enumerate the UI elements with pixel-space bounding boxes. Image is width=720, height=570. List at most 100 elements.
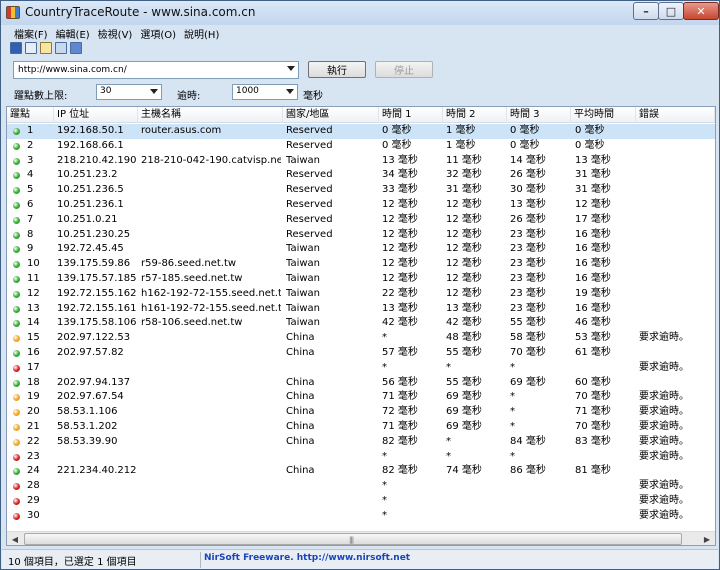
cell-t2: 12 毫秒 <box>446 228 482 240</box>
table-row[interactable]: 3 218.210.42.190 218-210-042-190.catvisp.n… <box>7 154 715 169</box>
menu-view[interactable]: 檢視(V) <box>94 26 137 41</box>
app-window: CountryTraceRoute - www.sina.com.cn – □ … <box>0 0 720 570</box>
table-row[interactable]: 28 * 要求逾時。 <box>7 479 715 494</box>
save-icon[interactable] <box>10 42 22 54</box>
table-row[interactable]: 11 139.175.57.185 r57-185.seed.net.tw Taiwa… <box>7 272 715 287</box>
html-report-icon[interactable] <box>55 42 67 54</box>
table-row[interactable]: 30 * 要求逾時。 <box>7 509 715 524</box>
minimize-button[interactable]: – <box>633 2 659 20</box>
column-header-host[interactable]: 主機名稱 <box>138 107 283 123</box>
title-bar[interactable]: CountryTraceRoute - www.sina.com.cn – □ … <box>1 1 719 25</box>
chevron-down-icon[interactable] <box>286 89 294 94</box>
table-row[interactable]: 19 202.97.67.54 China 71 毫秒 69 毫秒 * 70 毫秒 要求逾時。 <box>7 390 715 405</box>
table-row[interactable]: 6 10.251.236.1 Reserved 12 毫秒 12 毫秒 13 毫秒 12 毫… <box>7 198 715 213</box>
cell-country: Reserved <box>286 184 333 196</box>
column-header-time1[interactable]: 時間 1 <box>379 107 443 123</box>
cell-host <box>141 390 281 405</box>
column-header-ip[interactable]: IP 位址 <box>54 107 138 123</box>
table-row[interactable]: 2 192.168.66.1 Reserved 0 毫秒 1 毫秒 0 毫秒 0 毫秒 <box>7 139 715 154</box>
cell-t1: 82 毫秒 <box>382 465 418 477</box>
column-header-time2[interactable]: 時間 2 <box>443 107 507 123</box>
results-list[interactable]: 躍點 IP 位址 主機名稱 國家/地區 時間 1 時間 2 時間 3 平均時間 … <box>6 106 716 546</box>
table-row[interactable]: 13 192.72.155.161 h161-192-72-155.seed.net… <box>7 302 715 317</box>
menu-file[interactable]: 檔案(F) <box>10 26 52 41</box>
table-row[interactable]: 24 221.234.40.212 China 82 毫秒 74 毫秒 86 毫秒 81 毫… <box>7 464 715 479</box>
stop-button[interactable]: 停止 <box>375 61 433 78</box>
cell-t1: 12 毫秒 <box>382 243 418 255</box>
cell-ip: 202.97.57.82 <box>57 347 124 358</box>
table-row[interactable]: 7 10.251.0.21 Reserved 12 毫秒 12 毫秒 26 毫秒 17 毫秒 <box>7 213 715 228</box>
table-row[interactable]: 5 10.251.236.5 Reserved 33 毫秒 31 毫秒 30 毫秒 31 毫… <box>7 183 715 198</box>
cell-t1: * <box>382 361 387 373</box>
cell-ip: 10.251.236.1 <box>57 199 124 210</box>
cell-hop: 23 <box>27 450 40 462</box>
horizontal-scrollbar[interactable]: ◀ ||| ▶ <box>7 531 715 545</box>
status-dot-icon <box>13 202 20 209</box>
chevron-down-icon[interactable] <box>150 89 158 94</box>
cell-ip: 139.175.59.86 <box>57 258 131 270</box>
cell-error: 要求逾時。 <box>639 391 689 403</box>
column-header-hop[interactable]: 躍點 <box>7 107 54 123</box>
cell-error <box>639 168 715 183</box>
cell-error <box>639 257 715 272</box>
go-icon[interactable] <box>70 42 82 54</box>
cell-host <box>141 213 281 228</box>
cell-error <box>639 213 715 228</box>
cell-ip: 58.53.39.90 <box>57 435 118 447</box>
cell-host: r59-86.seed.net.tw <box>141 258 237 270</box>
cell-hop: 9 <box>27 243 34 255</box>
table-row[interactable]: 9 192.72.45.45 Taiwan 12 毫秒 12 毫秒 23 毫秒 16 毫秒 <box>7 242 715 257</box>
scrollbar-thumb[interactable]: ||| <box>24 533 682 545</box>
cell-hop: 14 <box>27 317 40 329</box>
cell-host: h161-192-72-155.seed.net.tw <box>141 302 281 314</box>
column-header-error[interactable]: 錯誤 <box>636 107 715 123</box>
cell-t2 <box>446 494 506 509</box>
column-header-avg[interactable]: 平均時間 <box>571 107 636 123</box>
run-button[interactable]: 執行 <box>308 61 366 78</box>
menu-edit[interactable]: 編輯(E) <box>52 26 94 41</box>
table-row[interactable]: 22 58.53.39.90 China 82 毫秒 * 84 毫秒 83 毫秒 要求逾時。 <box>7 435 715 450</box>
table-row[interactable]: 16 202.97.57.82 China 57 毫秒 55 毫秒 70 毫秒 61 毫秒 <box>7 346 715 361</box>
close-button[interactable]: ✕ <box>683 2 719 20</box>
table-row[interactable]: 4 10.251.23.2 Reserved 34 毫秒 32 毫秒 26 毫秒 31 毫秒 <box>7 168 715 183</box>
table-row[interactable]: 10 139.175.59.86 r59-86.seed.net.tw Taiwan 1… <box>7 257 715 272</box>
table-row[interactable]: 14 139.175.58.106 r58-106.seed.net.tw Taiwa… <box>7 316 715 331</box>
menu-options[interactable]: 選項(O) <box>136 26 180 41</box>
max-hops-select[interactable]: 30 <box>96 84 162 100</box>
cell-error <box>639 272 715 287</box>
status-divider <box>200 552 201 568</box>
timeout-select[interactable]: 1000 <box>232 84 298 100</box>
table-row[interactable]: 1 192.168.50.1 router.asus.com Reserved 0 毫秒… <box>7 124 715 139</box>
table-row[interactable]: 12 192.72.155.162 h162-192-72-155.seed.net… <box>7 287 715 302</box>
cell-error: 要求逾時。 <box>639 332 689 344</box>
table-row[interactable]: 17 * * * 要求逾時。 <box>7 361 715 376</box>
cell-ip: 139.175.57.185 <box>57 273 137 284</box>
maximize-button[interactable]: □ <box>658 2 684 20</box>
copy-icon[interactable] <box>25 42 37 54</box>
nirsoft-link[interactable]: NirSoft Freeware. http://www.nirsoft.net <box>204 553 410 563</box>
cell-t1: 34 毫秒 <box>382 169 418 181</box>
table-row[interactable]: 29 * 要求逾時。 <box>7 494 715 509</box>
cell-t3: 23 毫秒 <box>510 287 546 299</box>
menu-help[interactable]: 說明(H) <box>180 26 223 41</box>
cell-t3: 86 毫秒 <box>510 465 546 477</box>
table-row[interactable]: 23 * * * 要求逾時。 <box>7 450 715 465</box>
cell-country <box>286 494 378 509</box>
table-row[interactable]: 15 202.97.122.53 China * 48 毫秒 58 毫秒 53 毫秒 要求逾時… <box>7 331 715 346</box>
cell-t3: * <box>510 406 515 418</box>
table-row[interactable]: 8 10.251.230.25 Reserved 12 毫秒 12 毫秒 23 毫秒 16 … <box>7 228 715 243</box>
column-header-country[interactable]: 國家/地區 <box>283 107 379 123</box>
url-input[interactable]: http://www.sina.com.cn/ <box>13 61 299 79</box>
table-row[interactable]: 20 58.53.1.106 China 72 毫秒 69 毫秒 * 71 毫秒 要求逾時。 <box>7 405 715 420</box>
scroll-right-icon[interactable]: ▶ <box>700 533 714 545</box>
scroll-left-icon[interactable]: ◀ <box>8 533 22 545</box>
cell-error: 要求逾時。 <box>639 421 689 432</box>
properties-icon[interactable] <box>40 42 52 54</box>
cell-t1: 0 毫秒 <box>382 125 412 136</box>
table-row[interactable]: 18 202.97.94.137 China 56 毫秒 55 毫秒 69 毫秒 60 毫秒 <box>7 376 715 391</box>
table-row[interactable]: 21 58.53.1.202 China 71 毫秒 69 毫秒 * 70 毫秒 要求逾時。 <box>7 420 715 435</box>
status-dot-icon <box>13 453 20 461</box>
chevron-down-icon[interactable] <box>287 66 295 71</box>
column-header-time3[interactable]: 時間 3 <box>507 107 571 123</box>
timeout-value: 1000 <box>236 86 259 96</box>
